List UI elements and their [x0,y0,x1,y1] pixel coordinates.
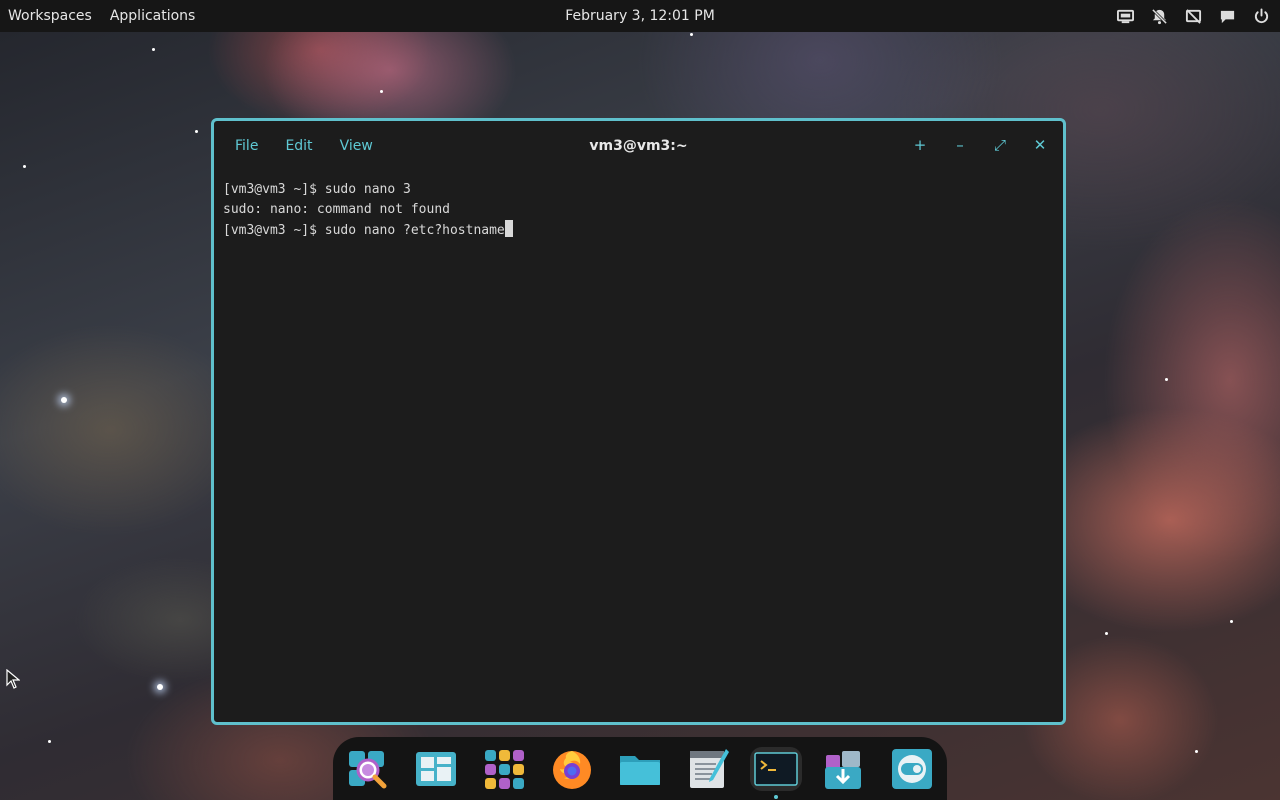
messages-icon[interactable] [1219,8,1236,25]
terminal-current-command: [vm3@vm3 ~]$ sudo nano ?etc?hostname [223,223,505,238]
dock-item-text-editor[interactable] [682,747,734,791]
text-cursor [504,220,513,237]
display-indicator-icon[interactable] [1117,8,1134,25]
new-tab-button[interactable]: + [911,135,929,155]
software-installer-icon [825,751,861,789]
system-tray [1117,0,1270,32]
wallpaper-star [1230,620,1233,623]
power-icon[interactable] [1253,7,1270,25]
settings-toggle-icon [892,749,932,789]
wallpaper-star [380,90,383,93]
terminal-input-line[interactable]: [vm3@vm3 ~]$ sudo nano ?etc?hostname [223,220,1054,241]
dock-item-software-installer[interactable] [818,747,870,791]
wallpaper-star [48,740,51,743]
wallpaper-star [195,130,198,133]
workspaces-button[interactable]: Workspaces [8,8,92,24]
active-app-indicator [774,795,778,799]
wallpaper-star [1195,750,1198,753]
window-titlebar[interactable]: File Edit View vm3@vm3:~ + – ⤢ ✕ [214,121,1063,171]
text-editor-icon [690,749,729,788]
top-panel: Workspaces Applications February 3, 12:0… [0,0,1280,32]
close-button[interactable]: ✕ [1031,135,1049,155]
maximize-button[interactable]: ⤢ [991,135,1009,155]
wallpaper-star [61,397,67,403]
dock-item-files[interactable] [614,747,666,791]
minimize-button[interactable]: – [951,135,969,155]
dock-item-search[interactable] [342,747,394,791]
terminal-window[interactable]: File Edit View vm3@vm3:~ + – ⤢ ✕ [vm3@vm… [211,118,1066,725]
multitasking-view-icon [416,752,456,786]
wallpaper-star [23,165,26,168]
mouse-pointer-icon [6,669,20,689]
wallpaper-star [1165,378,1168,381]
applications-menu-button[interactable]: Applications [110,8,196,24]
wallpaper-star [1105,632,1108,635]
firefox-icon [553,751,591,789]
terminal-line: sudo: nano: command not found [223,202,450,217]
app-grid-icon [485,750,524,789]
dock-item-terminal[interactable] [750,747,802,799]
dock-item-settings[interactable] [886,747,938,791]
wallpaper-star [152,48,155,51]
network-disconnected-icon[interactable] [1185,8,1202,25]
terminal-line: [vm3@vm3 ~]$ sudo nano 3 [223,182,411,197]
wallpaper-star [157,684,163,690]
top-panel-left: Workspaces Applications [0,8,195,24]
wallpaper-star [690,33,693,36]
terminal-icon [754,752,798,786]
folder-icon [620,756,660,785]
terminal-output[interactable]: [vm3@vm3 ~]$ sudo nano 3 sudo: nano: com… [223,180,1054,713]
dock-item-app-grid[interactable] [478,747,530,791]
window-controls: + – ⤢ ✕ [911,135,1049,155]
search-app-icon [349,751,387,789]
dock-item-multitasking[interactable] [410,747,462,791]
notifications-muted-icon[interactable] [1151,8,1168,25]
dock [333,737,947,800]
dock-item-firefox[interactable] [546,747,598,791]
